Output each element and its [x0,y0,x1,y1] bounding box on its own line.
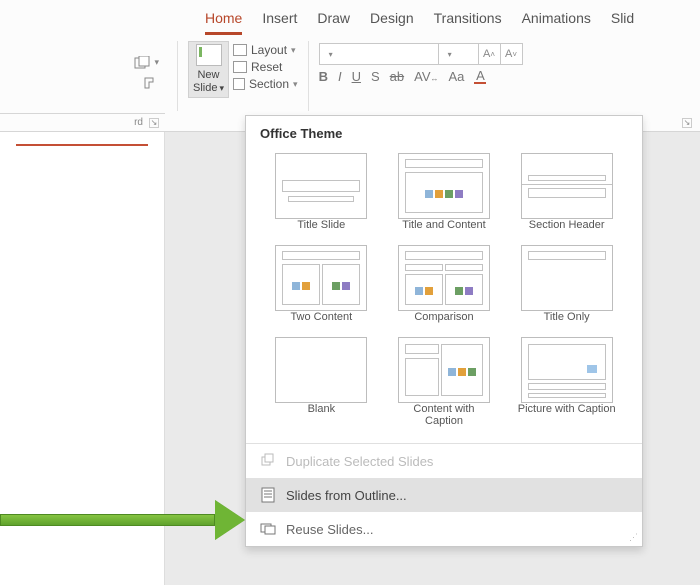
shadow-button[interactable]: S [371,69,380,84]
chevron-down-icon: ▾ [293,79,298,90]
reuse-icon [260,521,276,537]
layout-content-with-caption[interactable]: Content with Caption [395,337,494,427]
format-painter-icon[interactable] [143,76,159,90]
chevron-down-icon: ▾ [219,83,224,93]
section-button[interactable]: Section ▾ [233,77,298,91]
layout-two-content[interactable]: Two Content [272,245,371,323]
change-case-button[interactable]: Aa [449,69,465,84]
underline-button[interactable]: U [352,69,361,84]
paste-options-icon[interactable]: ▾ [134,56,159,70]
strikethrough-button[interactable]: ab [390,69,404,84]
duplicate-icon [260,453,276,469]
ribbon-tabs: Home Insert Draw Design Transitions Anim… [165,0,700,35]
decrease-font-button[interactable]: A˅ [501,43,523,65]
layout-icon [233,44,247,56]
reset-icon [233,61,247,73]
reset-button[interactable]: Reset [233,60,298,74]
layout-comparison[interactable]: Comparison [395,245,494,323]
reset-label: Reset [251,60,282,74]
section-label: Section [249,77,289,91]
tab-insert[interactable]: Insert [262,10,297,35]
layout-title-only[interactable]: Title Only [517,245,616,323]
menu-reuse-slides[interactable]: Reuse Slides... [246,512,642,546]
layout-title-slide[interactable]: Title Slide [272,153,371,231]
dropdown-title: Office Theme [246,116,642,147]
clipboard-group-label-fragment: rd [134,117,143,128]
ribbon-left-fragment: ▾ rd ↘ [0,0,165,132]
font-color-button[interactable]: A [474,69,486,84]
outline-icon [260,487,276,503]
font-group-launcher[interactable]: ↘ [682,118,692,128]
tab-slideshow-truncated[interactable]: Slid [611,10,634,35]
new-slide-icon [196,44,222,66]
italic-button[interactable]: I [338,69,342,84]
tab-animations[interactable]: Animations [522,10,591,35]
menu-slides-from-outline[interactable]: Slides from Outline... [246,478,642,512]
menu-duplicate-selected-slides: Duplicate Selected Slides [246,444,642,478]
new-slide-label-1: New [197,69,219,82]
new-slide-button[interactable]: New Slide▾ [188,41,229,98]
layout-blank[interactable]: Blank [272,337,371,427]
tab-design[interactable]: Design [370,10,414,35]
layout-picture-with-caption[interactable]: Picture with Caption [517,337,616,427]
increase-font-button[interactable]: A˄ [479,43,501,65]
slides-group: New Slide▾ Layout ▾ Reset Section ▾ [188,41,298,98]
new-slide-dropdown: Office Theme Title Slide Title and Conte… [245,115,643,547]
slide-thumbnail-1[interactable] [16,144,148,158]
bold-button[interactable]: B [319,69,328,84]
tab-home[interactable]: Home [205,10,242,35]
tab-draw[interactable]: Draw [317,10,350,35]
char-spacing-button[interactable]: AV↔ [414,69,438,84]
layout-title-and-content[interactable]: Title and Content [395,153,494,231]
layout-button[interactable]: Layout ▾ [233,43,298,57]
resize-grip-icon: ⋰ [629,532,638,543]
layout-section-header[interactable]: Section Header [517,153,616,231]
font-family-field[interactable]: ▾ [319,43,439,65]
ribbon: Home Insert Draw Design Transitions Anim… [165,0,700,117]
slide-thumbnail-panel [0,132,165,585]
layout-label: Layout [251,43,287,57]
chevron-down-icon: ▾ [291,45,296,56]
tab-transitions[interactable]: Transitions [434,10,502,35]
new-slide-label-2: Slide [193,82,217,94]
font-size-field[interactable]: ▾ [439,43,479,65]
font-group: ▾ ▾ A˄ A˅ B I U S ab AV↔ Aa A [319,41,523,84]
section-icon [233,78,245,90]
